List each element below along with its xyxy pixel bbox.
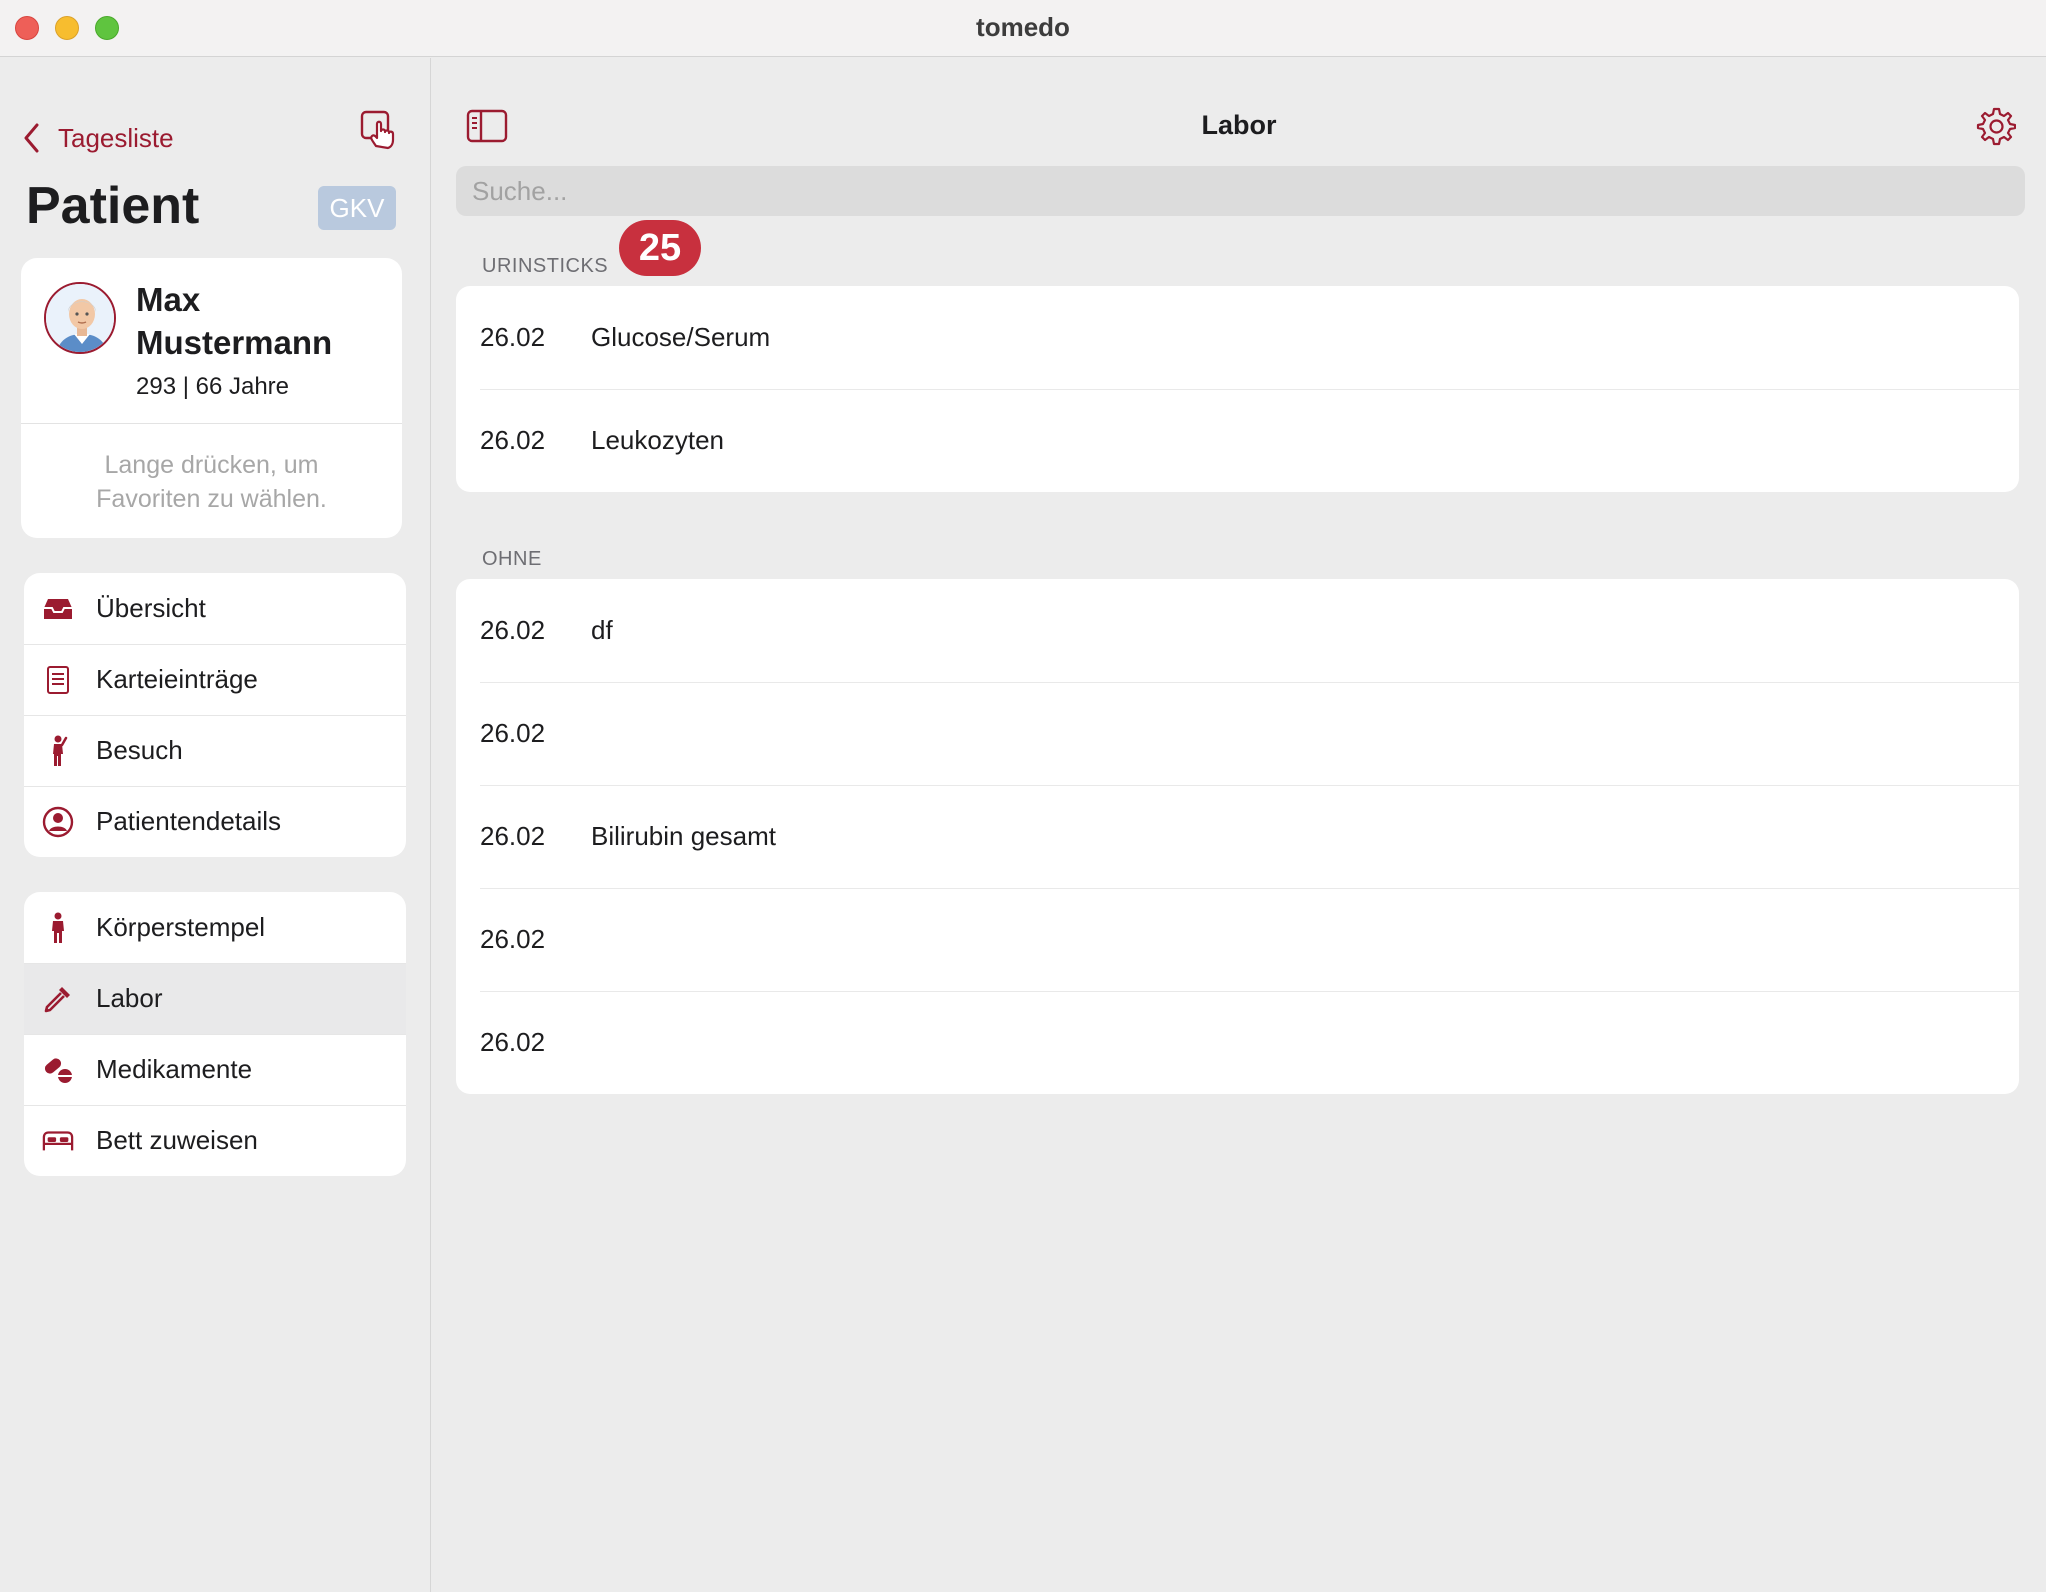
window-title: tomedo xyxy=(976,12,1070,42)
back-to-tagesliste-button[interactable]: Tagesliste xyxy=(22,113,174,163)
bed-icon xyxy=(42,1125,74,1157)
row-date: 26.02 xyxy=(480,615,546,645)
elderly-man-avatar-icon xyxy=(46,284,114,352)
sidebar: Tagesliste Patient GKV Max Mustermann 29… xyxy=(0,58,431,1592)
nav-item-label: Übersicht xyxy=(96,593,206,623)
section-header-ohne: OHNE xyxy=(482,548,542,570)
favorites-hint: Lange drücken, um Favoriten zu wählen. xyxy=(96,451,327,513)
nav-item-medikamente[interactable]: Medikamente xyxy=(24,1034,406,1105)
nav-item-label: Bett zuweisen xyxy=(96,1125,258,1155)
gear-icon[interactable] xyxy=(1976,106,2016,146)
chevron-left-icon xyxy=(24,123,39,153)
list-item[interactable]: 26.02 df xyxy=(456,579,2019,682)
nav-item-patientendetails[interactable]: Patientendetails xyxy=(24,786,406,857)
row-name: Glucose/Serum xyxy=(591,322,771,352)
row-name: Leukozyten xyxy=(591,425,724,455)
section-header-urinsticks: URINSTICKS xyxy=(482,255,609,277)
divider xyxy=(21,423,402,424)
app-window: tomedo Tagesliste Patient GKV Max Muster… xyxy=(0,0,2046,1592)
list-item[interactable]: 26.02 xyxy=(456,888,2019,991)
back-label: Tagesliste xyxy=(58,122,174,153)
nav-item-bett-zuweisen[interactable]: Bett zuweisen xyxy=(24,1105,406,1176)
row-date: 26.02 xyxy=(480,425,546,455)
nav-item-uebersicht[interactable]: Übersicht xyxy=(24,573,406,644)
insurance-badge: GKV xyxy=(318,186,396,230)
patient-meta: 293 | 66 Jahre xyxy=(136,373,290,400)
person-waving-icon xyxy=(42,735,74,767)
nav-item-koerperstempel[interactable]: Körperstempel xyxy=(24,892,406,963)
list-urinsticks: 26.02 Glucose/Serum 26.02 Leukozyten xyxy=(456,286,2019,492)
count-badge: 25 xyxy=(619,220,701,276)
pills-icon xyxy=(42,1054,74,1086)
row-date: 26.02 xyxy=(480,322,546,352)
row-date: 26.02 xyxy=(480,718,546,748)
nav-item-besuch[interactable]: Besuch xyxy=(24,715,406,786)
document-list-icon xyxy=(42,664,74,696)
touch-hand-icon[interactable] xyxy=(360,110,400,150)
list-ohne: 26.02 df 26.02 26.02 Bilirubin gesamt 26… xyxy=(456,579,2019,1094)
row-name: df xyxy=(591,615,613,645)
row-date: 26.02 xyxy=(480,1027,546,1057)
nav-group-clinical: Körperstempel Labor Medikamente Bett zuw… xyxy=(24,892,406,1176)
list-item[interactable]: 26.02 Leukozyten xyxy=(456,389,2019,492)
row-date: 26.02 xyxy=(480,924,546,954)
list-item[interactable]: 26.02 xyxy=(456,991,2019,1094)
main-content: Labor URINSTICKS 25 26.02 Glucose/Serum … xyxy=(432,58,2046,1592)
nav-item-label: Körperstempel xyxy=(96,912,266,942)
nav-item-karteieintraege[interactable]: Karteieinträge xyxy=(24,644,406,715)
nav-item-label: Karteieinträge xyxy=(96,664,258,694)
nav-item-label: Besuch xyxy=(96,735,183,765)
person-circle-icon xyxy=(42,806,74,838)
list-item[interactable]: 26.02 Glucose/Serum xyxy=(456,286,2019,389)
nav-item-labor[interactable]: Labor xyxy=(24,963,406,1034)
title-bar: tomedo xyxy=(0,0,2046,57)
patient-name: Max Mustermann xyxy=(136,281,333,361)
person-standing-icon xyxy=(42,912,74,944)
nav-item-label: Patientendetails xyxy=(96,806,282,836)
page-title: Patient xyxy=(26,177,200,235)
nav-group-patient: Übersicht Karteieinträge Besuch Patiente… xyxy=(24,573,406,857)
patient-card[interactable]: Max Mustermann 293 | 66 Jahre Lange drüc… xyxy=(21,258,402,538)
page-title: Labor xyxy=(1201,110,1277,140)
nav-item-label: Medikamente xyxy=(96,1054,253,1084)
row-name: Bilirubin gesamt xyxy=(591,821,776,851)
nav-item-label: Labor xyxy=(96,983,163,1013)
list-item[interactable]: 26.02 Bilirubin gesamt xyxy=(456,785,2019,888)
eyedropper-icon xyxy=(42,983,74,1015)
search-input[interactable] xyxy=(456,166,2025,216)
tray-icon xyxy=(42,593,74,625)
row-date: 26.02 xyxy=(480,821,546,851)
avatar xyxy=(44,282,116,354)
list-item[interactable]: 26.02 xyxy=(456,682,2019,785)
